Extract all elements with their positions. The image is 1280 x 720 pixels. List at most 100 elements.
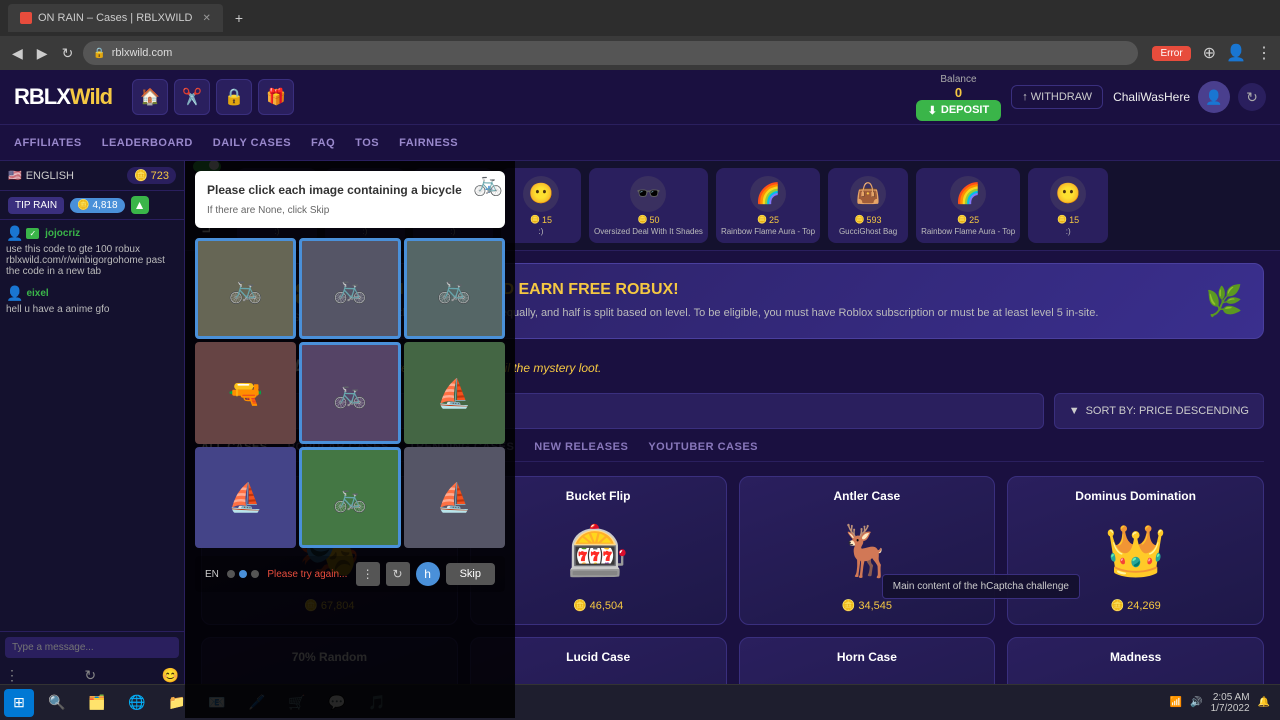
user-block: ChaliWasHere 👤 ↻	[1113, 81, 1266, 113]
taskbar-widgets[interactable]: 🗂️	[78, 689, 116, 717]
nav-faq[interactable]: FAQ	[311, 137, 335, 149]
forward-btn[interactable]: ▶	[33, 43, 52, 64]
tab-title: ON RAIN – Cases | RBLXWILD	[38, 12, 192, 24]
captcha-img-6[interactable]: ⛵	[195, 447, 296, 548]
captcha-img-3[interactable]: 🔫	[195, 342, 296, 443]
case-name-1: Bucket Flip	[566, 489, 631, 503]
skip-btn[interactable]: Skip	[446, 563, 495, 585]
deposit-icon: ⬇	[928, 104, 937, 117]
tab-new-releases[interactable]: New reLeaseS	[534, 441, 628, 461]
case-name-2: Antler Case	[834, 489, 901, 503]
case-name-7: Madness	[1110, 650, 1161, 664]
home-btn[interactable]: 🏠	[132, 79, 168, 115]
sort-label: SORT BY: PRICE DESCENDING	[1086, 405, 1249, 417]
refresh-btn[interactable]: ↻	[1238, 83, 1266, 111]
case-price-2: 🪙 34,545	[842, 599, 892, 612]
case-name-3: Dominus Domination	[1075, 489, 1196, 503]
back-btn[interactable]: ◀	[8, 43, 27, 64]
drop-name-3: :)	[539, 227, 544, 236]
chat-username-1: eixel	[26, 288, 48, 299]
drop-item-6[interactable]: 👜 🪙 593 GucciGhost Bag	[828, 168, 908, 243]
drop-item-7[interactable]: 🌈 🪙 25 Rainbow Flame Aura - Top	[916, 168, 1020, 243]
taskbar-chrome[interactable]: 🌐	[118, 689, 156, 717]
captcha-img-5[interactable]: ⛵	[404, 342, 505, 443]
tab-favicon	[20, 12, 32, 24]
drop-avatar-4: 🕶️	[630, 176, 666, 212]
captcha-img-1[interactable]: 🚲	[299, 238, 400, 339]
captcha-box: Please click each image containing a bic…	[195, 171, 505, 228]
tray-network: 📶	[1170, 697, 1182, 708]
captcha-reload-btn[interactable]: ↻	[386, 562, 410, 586]
extensions-btn[interactable]: ⊕	[1203, 43, 1216, 63]
deposit-btn[interactable]: ⬇ DEPOSIT	[916, 100, 1002, 121]
drop-item-5[interactable]: 🌈 🪙 25 Rainbow Flame Aura - Top	[716, 168, 820, 243]
drop-item-8[interactable]: 😶 🪙 15 :)	[1028, 168, 1108, 243]
address-bar[interactable]: 🔒 rblxwild.com	[83, 41, 1138, 65]
start-btn[interactable]: ⊞	[4, 689, 34, 717]
case-image-3: 👑	[1086, 511, 1186, 591]
chat-username-0: jojocriz	[45, 228, 80, 239]
captcha-status: Please try again...	[267, 569, 347, 580]
captcha-logo-btn[interactable]: h	[416, 562, 440, 586]
captcha-img-0[interactable]: 🚲	[195, 238, 296, 339]
settings-btn[interactable]: ⋮	[1256, 43, 1272, 63]
drop-avatar-5: 🌈	[750, 176, 786, 212]
browser-bar: ON RAIN – Cases | RBLXWILD ✕ +	[0, 0, 1280, 36]
reload-icon[interactable]: ↻	[84, 667, 96, 684]
case-image-2: 🦌	[817, 511, 917, 591]
browser-nav: ◀ ▶ ↻ 🔒 rblxwild.com Error ⊕ 👤 ⋮	[0, 36, 1280, 70]
taskbar-search[interactable]: 🔍	[38, 689, 76, 717]
withdraw-btn[interactable]: ↑ WITHDRAW	[1011, 85, 1103, 109]
menu-icon[interactable]: ⋮	[5, 667, 19, 684]
rain-coins-badge: 🪙 4,818	[70, 198, 124, 213]
main-content: ◀ Live Drops 😶 🪙 15 :) 😶 🪙	[185, 161, 1280, 718]
user-avatar[interactable]: 👤	[1198, 81, 1230, 113]
new-tab-btn[interactable]: +	[229, 8, 249, 28]
profile-btn[interactable]: 👤	[1226, 43, 1246, 63]
drop-price-6: 🪙 593	[855, 215, 882, 225]
drop-price-8: 🪙 15	[1057, 215, 1079, 225]
tip-rain-btn[interactable]: TIP RAIN	[8, 197, 64, 214]
chat-messages: 👤 ✓ jojocriz use this code to gte 100 ro…	[0, 220, 184, 631]
case-card-antler[interactable]: Antler Case 🦌 🪙 34,545	[739, 476, 996, 625]
scissors-btn[interactable]: ✂️	[174, 79, 210, 115]
lock-icon: 🔒	[93, 48, 105, 59]
nav-leaderboard[interactable]: LEADERBOARD	[102, 137, 193, 149]
captcha-dot-1	[239, 570, 247, 578]
captcha-overlay: Please click each image containing a bic…	[185, 161, 515, 718]
case-card-dominus[interactable]: Dominus Domination 👑 🪙 24,269	[1007, 476, 1264, 625]
rain-up-btn[interactable]: ▲	[131, 196, 149, 214]
emoji-icon[interactable]: 😊	[162, 667, 179, 684]
tray-notification[interactable]: 🔔	[1258, 697, 1270, 708]
drop-price-4: 🪙 50	[637, 215, 659, 225]
reload-btn[interactable]: ↻	[58, 43, 78, 64]
captcha-img-8[interactable]: ⛵	[404, 447, 505, 548]
logo[interactable]: RBLXWild	[14, 84, 112, 110]
withdraw-label: WITHDRAW	[1031, 91, 1092, 103]
nav-tos[interactable]: TOS	[355, 137, 379, 149]
gift-btn[interactable]: 🎁	[258, 79, 294, 115]
chat-input-area	[0, 631, 184, 663]
captcha-img-7[interactable]: 🚲	[299, 447, 400, 548]
captcha-img-2[interactable]: 🚲	[404, 238, 505, 339]
nav-affiliates[interactable]: AFFILIATES	[14, 137, 82, 149]
language-selector[interactable]: 🇺🇸 ENGLISH	[8, 169, 74, 182]
nav-fairness[interactable]: FAIRNESS	[399, 137, 458, 149]
drop-avatar-3: 😶	[523, 176, 559, 212]
coins-badge: 🪙 723	[127, 167, 176, 184]
drop-item-4[interactable]: 🕶️ 🪙 50 Oversized Deal With It Shades	[589, 168, 708, 243]
browser-tab[interactable]: ON RAIN – Cases | RBLXWILD ✕	[8, 4, 223, 32]
drop-name-7: Rainbow Flame Aura - Top	[921, 227, 1015, 236]
captcha-img-4[interactable]: 🚲	[299, 342, 400, 443]
tab-close[interactable]: ✕	[202, 13, 210, 24]
rain-coins-value: 4,818	[93, 200, 118, 211]
rain-leaves-icon: 🌿	[1206, 284, 1243, 319]
chat-input[interactable]	[5, 637, 179, 658]
captcha-menu-btn[interactable]: ⋮	[356, 562, 380, 586]
case-name-6: Horn Case	[837, 650, 897, 664]
tab-youtuber-cases[interactable]: YOUTUBER CASES	[648, 441, 758, 461]
case-coin-icon-3: 🪙	[1110, 599, 1124, 612]
sort-btn[interactable]: ▼ SORT BY: PRICE DESCENDING	[1054, 393, 1264, 429]
nav-daily-cases[interactable]: DAILY CASES	[213, 137, 291, 149]
lock-btn[interactable]: 🔒	[216, 79, 252, 115]
